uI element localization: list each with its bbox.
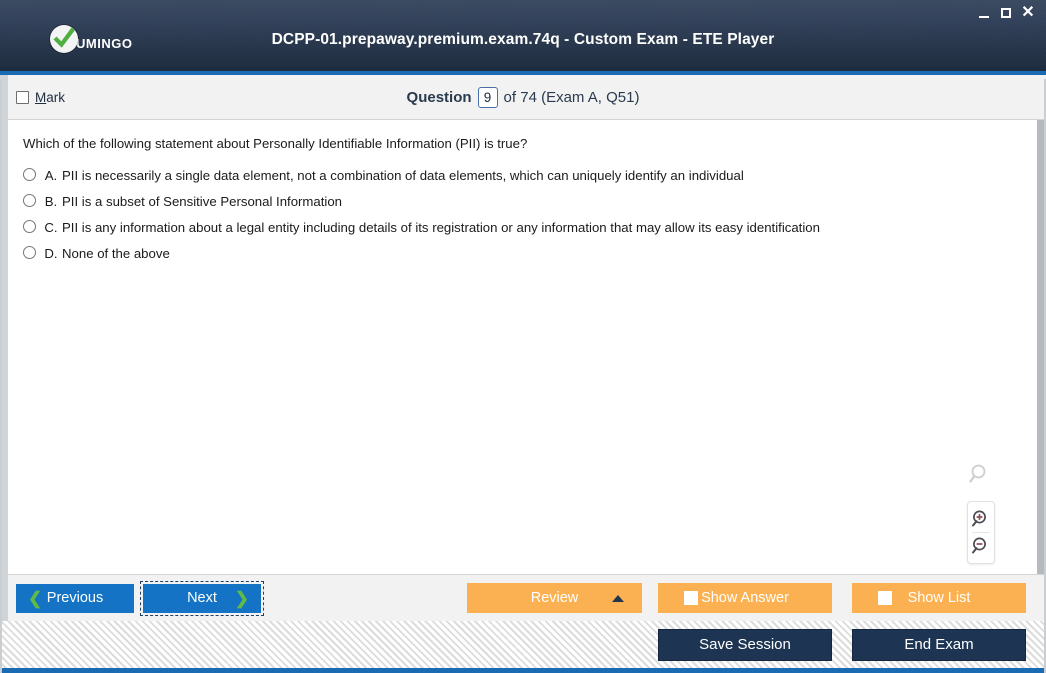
footer-bar: Save Session End Exam (0, 621, 1046, 673)
next-button-label: Next (187, 590, 217, 606)
choice-option-c[interactable]: C. PII is any information about a legal … (23, 219, 1019, 236)
save-session-button[interactable]: Save Session (658, 628, 832, 661)
end-exam-button[interactable]: End Exam (852, 628, 1026, 661)
mark-label-rest: ark (46, 89, 66, 105)
right-rail (1037, 120, 1046, 574)
choice-letter-d: D. (44, 246, 58, 262)
list-square-icon (878, 591, 892, 605)
question-label: Question (406, 88, 472, 106)
radio-icon-d[interactable] (23, 246, 36, 260)
title-bar: UMINGO DCPP-01.prepaway.premium.exam.74q… (0, 0, 1046, 75)
left-rail (0, 120, 8, 574)
radio-icon-a[interactable] (23, 167, 36, 181)
caret-up-icon (612, 594, 624, 602)
zoom-in-icon[interactable] (968, 506, 994, 532)
question-header-bar: Mark Question 9 of 74 (Exam A, Q51) (0, 75, 1046, 120)
review-button[interactable]: Review (467, 583, 642, 613)
choice-text-c: PII is any information about a legal ent… (62, 220, 820, 236)
content-area: Which of the following statement about P… (0, 120, 1046, 574)
mark-label: Mark (35, 90, 65, 105)
question-stem: Which of the following statement about P… (23, 136, 528, 151)
mark-checkbox-group[interactable]: Mark (16, 90, 65, 105)
question-pane: Which of the following statement about P… (8, 120, 1037, 574)
choice-option-b[interactable]: B. PII is a subset of Sensitive Personal… (23, 193, 1019, 210)
ete-player-window: UMINGO DCPP-01.prepaway.premium.exam.74q… (0, 0, 1046, 673)
magnifier-icon[interactable] (969, 463, 991, 490)
question-total-label: of 74 (Exam A, Q51) (503, 88, 640, 106)
show-list-button-label: Show List (907, 590, 971, 606)
chevron-left-icon: ❮ (28, 588, 43, 608)
previous-button-label: Previous (46, 590, 104, 606)
choice-text-a: PII is necessarily a single data element… (62, 167, 744, 183)
maximize-icon[interactable] (996, 4, 1016, 22)
close-icon[interactable]: ✕ (1018, 4, 1038, 22)
choice-text-d: None of the above (62, 246, 170, 262)
mark-accelerator: M (35, 89, 47, 105)
navigation-bar: ❮ Previous Next ❯ Review Show Answer Sho… (0, 574, 1046, 621)
radio-icon-b[interactable] (23, 193, 36, 207)
question-counter: Question 9 of 74 (Exam A, Q51) (0, 86, 1046, 108)
question-number-input[interactable]: 9 (477, 86, 498, 108)
show-list-button[interactable]: Show List (852, 583, 1026, 613)
show-answer-button-label: Show Answer (701, 590, 789, 606)
choice-option-d[interactable]: D. None of the above (23, 245, 1019, 262)
radio-icon-c[interactable] (23, 220, 36, 234)
minimize-icon[interactable] (974, 4, 994, 22)
chevron-right-icon: ❯ (234, 588, 249, 608)
window-title: DCPP-01.prepaway.premium.exam.74q - Cust… (271, 31, 775, 48)
mark-checkbox[interactable] (16, 90, 29, 104)
zoom-out-icon[interactable] (968, 533, 994, 559)
previous-button[interactable]: ❮ Previous (16, 583, 134, 613)
next-button[interactable]: Next ❯ (140, 580, 264, 616)
review-button-label: Review (530, 590, 579, 606)
choice-letter-b: B. (44, 193, 58, 209)
show-answer-button[interactable]: Show Answer (658, 583, 832, 613)
choice-letter-a: A. (44, 167, 58, 183)
window-controls: ✕ (974, 4, 1038, 22)
choice-text-b: PII is a subset of Sensitive Personal In… (62, 193, 343, 209)
choice-letter-c: C. (44, 220, 58, 236)
choice-option-a[interactable]: A. PII is necessarily a single data elem… (23, 167, 1019, 184)
zoom-controls-panel (967, 501, 995, 564)
square-icon (684, 591, 698, 605)
